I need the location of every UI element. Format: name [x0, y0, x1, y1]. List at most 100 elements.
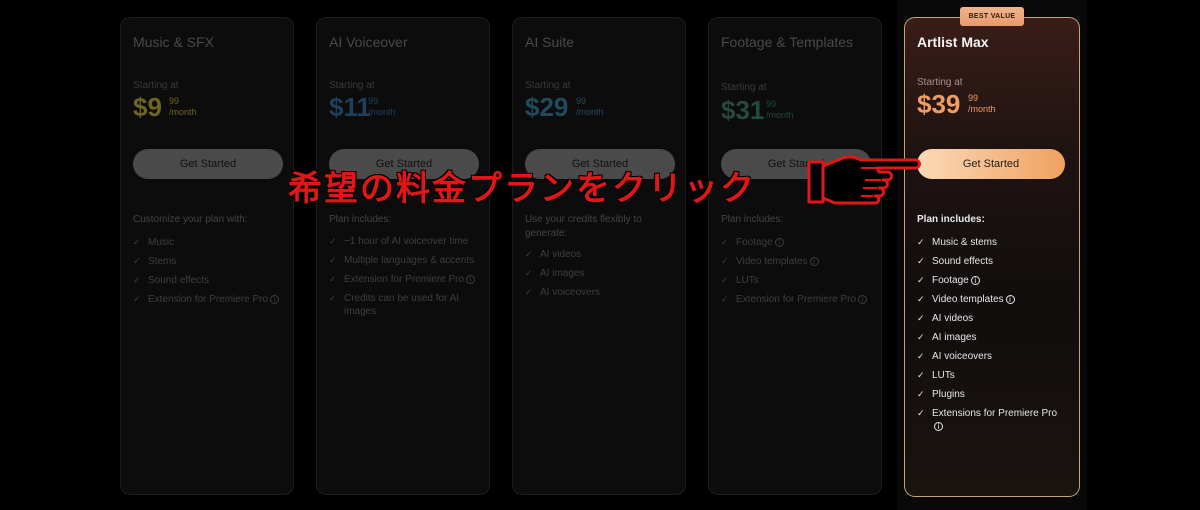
get-started-button[interactable]: Get Started [133, 149, 283, 179]
check-icon: ✓ [917, 332, 925, 342]
starting-at-label: Starting at [721, 82, 767, 93]
feature-item: ✓ AI images [917, 332, 977, 343]
cents-value: 99 [169, 96, 180, 106]
feature-item: ✓ Extensions for Premiere Proi [917, 408, 1058, 431]
check-icon: ✓ [525, 268, 533, 278]
check-icon: ✓ [917, 275, 925, 285]
feature-item: ✓ LUTs [721, 275, 759, 286]
info-icon[interactable]: i [1005, 295, 1015, 304]
check-icon: ✓ [133, 294, 141, 304]
period-label: /month [766, 110, 794, 120]
feature-item: ✓ AI voiceovers [917, 351, 993, 362]
plan-includes-heading: Plan includes: [721, 214, 784, 225]
get-started-button[interactable]: Get Started [917, 149, 1065, 179]
info-icon[interactable]: i [934, 422, 943, 431]
feature-item: ✓ Extension for Premiere Pro i [133, 293, 289, 306]
cents-value: 99 [368, 96, 379, 106]
check-icon: ✓ [133, 256, 141, 266]
feature-item: ✓ Extension for Premiere Pro i [329, 273, 485, 286]
check-icon: ✓ [133, 275, 141, 285]
info-icon[interactable]: i [270, 295, 280, 304]
feature-item: ✓ ~1 hour of AI voiceover time [329, 236, 469, 247]
check-icon: ✓ [917, 370, 925, 380]
cents-value: 99 [766, 99, 777, 109]
check-icon: ✓ [525, 287, 533, 297]
cents-value: 99 [968, 93, 979, 103]
check-icon: ✓ [721, 256, 729, 266]
feature-item: ✓ Music [133, 237, 175, 248]
feature-item: ✓ Sound effects [133, 275, 209, 286]
feature-item: ✓ Multiple languages & accents [329, 255, 475, 266]
plan-includes-heading: Use your credits flexibly to generate: [525, 214, 642, 239]
feature-item: ✓ AI videos [917, 313, 974, 324]
check-icon: ✓ [329, 293, 337, 303]
check-icon: ✓ [917, 237, 925, 247]
feature-item: ✓ Stems [133, 256, 177, 267]
plan-title: Footage & Templates [721, 34, 854, 50]
starting-at-label: Starting at [133, 80, 179, 91]
plan-price-cents: 99 /month [766, 99, 794, 121]
period-label: /month [576, 107, 604, 117]
info-icon[interactable]: i [970, 276, 980, 285]
plan-title: Music & SFX [133, 34, 214, 50]
plan-card-ai-suite: AI Suite Starting at $29 99 /month Get S… [512, 17, 686, 495]
period-label: /month [968, 104, 996, 114]
period-label: /month [169, 107, 197, 117]
feature-item: ✓ AI images [525, 268, 585, 279]
check-icon: ✓ [329, 255, 337, 265]
pointing-hand-icon [807, 155, 921, 205]
plan-title: AI Suite [525, 34, 575, 50]
starting-at-label: Starting at [917, 77, 963, 88]
plan-price: $39 [917, 89, 961, 119]
plan-price-cents: 99 /month [576, 96, 604, 118]
feature-item: ✓ Video templates i [721, 255, 877, 268]
plan-price-cents: 99 /month [968, 93, 996, 115]
plan-price: $11 [329, 92, 371, 122]
starting-at-label: Starting at [525, 80, 571, 91]
best-value-badge: BEST VALUE [960, 7, 1024, 26]
check-icon: ✓ [721, 275, 729, 285]
plan-title: Artlist Max [917, 34, 989, 50]
check-icon: ✓ [917, 313, 925, 323]
feature-item: ✓ Footage i [917, 274, 1073, 287]
plan-price: $9 [133, 92, 162, 122]
period-label: /month [368, 107, 396, 117]
starting-at-label: Starting at [329, 80, 375, 91]
check-icon: ✓ [917, 389, 925, 399]
info-icon[interactable]: i [466, 275, 476, 284]
feature-item: ✓ Extension for Premiere Pro i [721, 293, 877, 306]
plan-includes-heading: Customize your plan with: [133, 214, 248, 225]
feature-item: ✓ AI videos [525, 249, 582, 260]
check-icon: ✓ [329, 274, 337, 284]
instruction-overlay-text: 希望の料金プランをクリック [288, 170, 756, 208]
check-icon: ✓ [917, 294, 925, 304]
check-icon: ✓ [525, 249, 533, 259]
plan-price-cents: 99 /month [169, 96, 197, 118]
check-icon: ✓ [917, 408, 925, 418]
plan-price: $31 [721, 95, 765, 125]
plan-includes-heading: Plan includes: [329, 214, 392, 225]
feature-item: ✓ Music & stems [917, 237, 998, 248]
feature-item: ✓ AI voiceovers [525, 287, 601, 298]
info-icon[interactable]: i [858, 295, 868, 304]
plan-card-artlist-max: Artlist Max Starting at $39 99 /month Ge… [904, 17, 1080, 497]
plan-includes-heading: Plan includes: [917, 214, 985, 225]
plan-card-footage-templates: Footage & Templates Starting at $31 99 /… [708, 17, 882, 495]
feature-item: ✓ Footage i [721, 236, 877, 249]
feature-item: ✓ Video templates i [917, 293, 1073, 306]
check-icon: ✓ [917, 351, 925, 361]
feature-item: ✓ Sound effects [917, 256, 993, 267]
check-icon: ✓ [133, 237, 141, 247]
feature-item: ✓ LUTs [917, 370, 955, 381]
check-icon: ✓ [329, 236, 337, 246]
plan-price-cents: 99 /month [368, 96, 396, 118]
feature-item: ✓ Plugins [917, 389, 965, 400]
info-icon[interactable]: i [809, 257, 819, 266]
feature-item: ✓ Credits can be used for AI images [329, 293, 460, 317]
plan-title: AI Voiceover [329, 34, 408, 50]
cents-value: 99 [576, 96, 587, 106]
info-icon[interactable]: i [774, 238, 784, 247]
plan-card-ai-voiceover: AI Voiceover Starting at $11 99 /month G… [316, 17, 490, 495]
check-icon: ✓ [721, 237, 729, 247]
check-icon: ✓ [917, 256, 925, 266]
